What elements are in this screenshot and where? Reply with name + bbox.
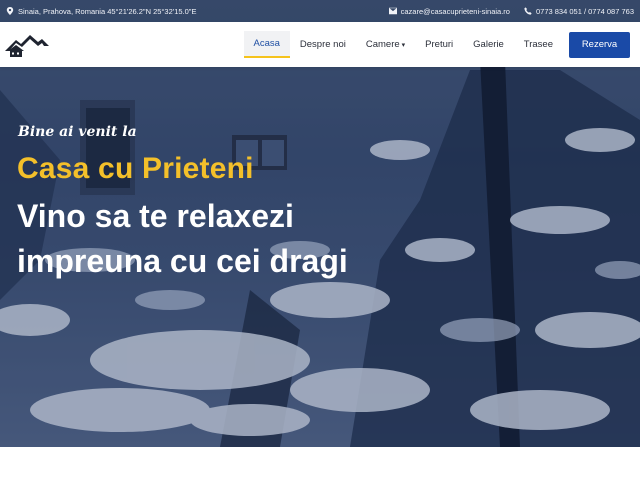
phone-icon [524,7,532,15]
nav-label: Camere [365,39,400,50]
nav-item-trasee[interactable]: Trasee [514,31,563,58]
email-link[interactable]: cazare@casacuprieteni-sinaia.ro [388,6,510,16]
mountain-house-logo[interactable] [4,31,50,59]
location-pin-icon [6,7,14,15]
main-navbar: Acasa Despre noi Camere ▾ Preturi Galeri… [0,22,640,67]
nav-item-acasa[interactable]: Acasa [243,31,290,58]
email-text: cazare@casacuprieteni-sinaia.ro [400,6,510,16]
phone-text: 0773 834 051 / 0774 087 763 [535,6,634,16]
nav-item-camere[interactable]: Camere ▾ [356,31,415,58]
chevron-down-icon: ▾ [401,41,406,49]
hero-title: Casa cu Prieteni [17,152,254,185]
rezerva-button[interactable]: Rezerva [569,31,630,58]
location-info: Sinaia, Prahova, Romania 45°21'26.2"N 25… [6,7,196,16]
nav-item-despre-noi[interactable]: Despre noi [290,31,356,58]
nav-label: Preturi [425,39,454,50]
hero-subtitle-line1: Vino sa te relaxezi [17,198,294,234]
hero-welcome-text: Bine ai venit la [18,124,137,140]
nav-label: Trasee [523,39,553,50]
nav-label: Galerie [473,39,504,50]
location-text: Sinaia, Prahova, Romania 45°21'26.2"N 25… [18,6,197,16]
top-info-bar: Sinaia, Prahova, Romania 45°21'26.2"N 25… [0,0,640,22]
nav-item-preturi[interactable]: Preturi [415,31,463,58]
phone-link[interactable]: 0773 834 051 / 0774 087 763 [524,7,634,16]
nav-menu: Acasa Despre noi Camere ▾ Preturi Galeri… [243,22,637,67]
hero-subtitle-line2: impreuna cu cei dragi [17,243,348,279]
nav-item-galerie[interactable]: Galerie [463,31,514,58]
nav-label: Despre noi [299,39,346,50]
envelope-icon [388,7,397,15]
nav-label: Acasa [253,38,280,49]
page-content-start [0,447,640,480]
